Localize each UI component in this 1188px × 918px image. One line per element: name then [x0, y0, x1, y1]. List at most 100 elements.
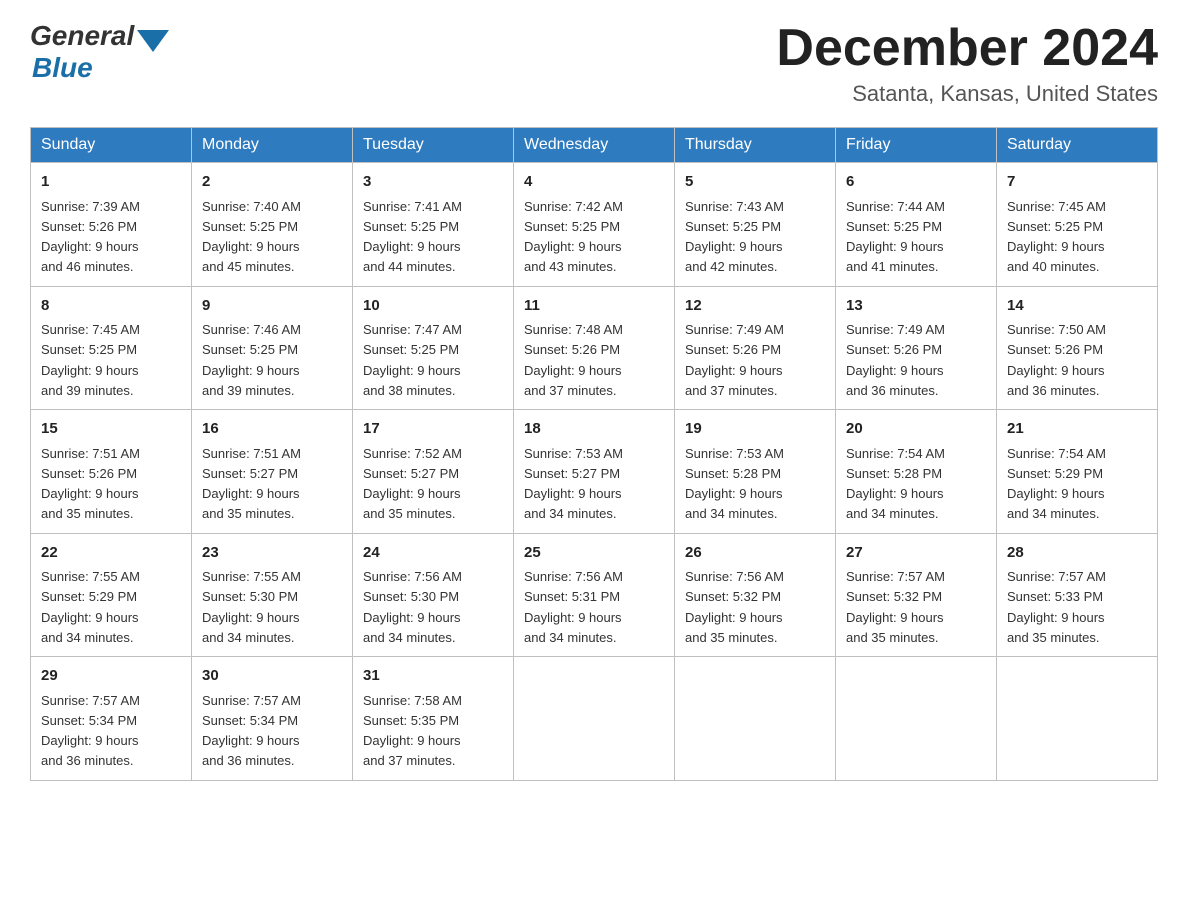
- table-row: 11 Sunrise: 7:48 AMSunset: 5:26 PMDaylig…: [514, 286, 675, 410]
- day-number: 22: [41, 542, 181, 565]
- day-info: Sunrise: 7:56 AMSunset: 5:30 PMDaylight:…: [363, 569, 462, 645]
- table-row: 19 Sunrise: 7:53 AMSunset: 5:28 PMDaylig…: [675, 410, 836, 534]
- day-info: Sunrise: 7:51 AMSunset: 5:26 PMDaylight:…: [41, 446, 140, 522]
- day-info: Sunrise: 7:51 AMSunset: 5:27 PMDaylight:…: [202, 446, 301, 522]
- day-info: Sunrise: 7:44 AMSunset: 5:25 PMDaylight:…: [846, 199, 945, 275]
- header-sunday: Sunday: [31, 128, 192, 163]
- day-info: Sunrise: 7:43 AMSunset: 5:25 PMDaylight:…: [685, 199, 784, 275]
- day-number: 15: [41, 418, 181, 441]
- day-number: 9: [202, 295, 342, 318]
- day-number: 24: [363, 542, 503, 565]
- day-number: 25: [524, 542, 664, 565]
- day-info: Sunrise: 7:46 AMSunset: 5:25 PMDaylight:…: [202, 322, 301, 398]
- header-thursday: Thursday: [675, 128, 836, 163]
- day-info: Sunrise: 7:48 AMSunset: 5:26 PMDaylight:…: [524, 322, 623, 398]
- day-number: 14: [1007, 295, 1147, 318]
- day-info: Sunrise: 7:52 AMSunset: 5:27 PMDaylight:…: [363, 446, 462, 522]
- day-number: 2: [202, 171, 342, 194]
- table-row: 18 Sunrise: 7:53 AMSunset: 5:27 PMDaylig…: [514, 410, 675, 534]
- table-row: 17 Sunrise: 7:52 AMSunset: 5:27 PMDaylig…: [353, 410, 514, 534]
- header-friday: Friday: [836, 128, 997, 163]
- day-number: 28: [1007, 542, 1147, 565]
- day-number: 19: [685, 418, 825, 441]
- header-saturday: Saturday: [997, 128, 1158, 163]
- day-info: Sunrise: 7:50 AMSunset: 5:26 PMDaylight:…: [1007, 322, 1106, 398]
- logo-general-text: General: [30, 20, 134, 52]
- page-header: General Blue December 2024 Satanta, Kans…: [30, 20, 1158, 107]
- table-row: 29 Sunrise: 7:57 AMSunset: 5:34 PMDaylig…: [31, 657, 192, 781]
- table-row: 6 Sunrise: 7:44 AMSunset: 5:25 PMDayligh…: [836, 163, 997, 287]
- day-info: Sunrise: 7:41 AMSunset: 5:25 PMDaylight:…: [363, 199, 462, 275]
- day-info: Sunrise: 7:49 AMSunset: 5:26 PMDaylight:…: [685, 322, 784, 398]
- day-info: Sunrise: 7:54 AMSunset: 5:28 PMDaylight:…: [846, 446, 945, 522]
- day-info: Sunrise: 7:42 AMSunset: 5:25 PMDaylight:…: [524, 199, 623, 275]
- day-number: 1: [41, 171, 181, 194]
- table-row: [997, 657, 1158, 781]
- table-row: 30 Sunrise: 7:57 AMSunset: 5:34 PMDaylig…: [192, 657, 353, 781]
- table-row: 5 Sunrise: 7:43 AMSunset: 5:25 PMDayligh…: [675, 163, 836, 287]
- day-info: Sunrise: 7:53 AMSunset: 5:27 PMDaylight:…: [524, 446, 623, 522]
- table-row: 14 Sunrise: 7:50 AMSunset: 5:26 PMDaylig…: [997, 286, 1158, 410]
- day-number: 11: [524, 295, 664, 318]
- table-row: 20 Sunrise: 7:54 AMSunset: 5:28 PMDaylig…: [836, 410, 997, 534]
- table-row: [514, 657, 675, 781]
- day-info: Sunrise: 7:55 AMSunset: 5:30 PMDaylight:…: [202, 569, 301, 645]
- calendar-table: Sunday Monday Tuesday Wednesday Thursday…: [30, 127, 1158, 781]
- day-number: 7: [1007, 171, 1147, 194]
- day-number: 21: [1007, 418, 1147, 441]
- table-row: 22 Sunrise: 7:55 AMSunset: 5:29 PMDaylig…: [31, 533, 192, 657]
- day-info: Sunrise: 7:57 AMSunset: 5:33 PMDaylight:…: [1007, 569, 1106, 645]
- calendar-week-row: 8 Sunrise: 7:45 AMSunset: 5:25 PMDayligh…: [31, 286, 1158, 410]
- table-row: 23 Sunrise: 7:55 AMSunset: 5:30 PMDaylig…: [192, 533, 353, 657]
- month-year-title: December 2024: [776, 20, 1158, 77]
- day-number: 12: [685, 295, 825, 318]
- day-number: 17: [363, 418, 503, 441]
- day-number: 20: [846, 418, 986, 441]
- calendar-week-row: 22 Sunrise: 7:55 AMSunset: 5:29 PMDaylig…: [31, 533, 1158, 657]
- table-row: 4 Sunrise: 7:42 AMSunset: 5:25 PMDayligh…: [514, 163, 675, 287]
- day-info: Sunrise: 7:40 AMSunset: 5:25 PMDaylight:…: [202, 199, 301, 275]
- day-info: Sunrise: 7:55 AMSunset: 5:29 PMDaylight:…: [41, 569, 140, 645]
- table-row: 26 Sunrise: 7:56 AMSunset: 5:32 PMDaylig…: [675, 533, 836, 657]
- table-row: 12 Sunrise: 7:49 AMSunset: 5:26 PMDaylig…: [675, 286, 836, 410]
- table-row: [836, 657, 997, 781]
- day-info: Sunrise: 7:53 AMSunset: 5:28 PMDaylight:…: [685, 446, 784, 522]
- table-row: 7 Sunrise: 7:45 AMSunset: 5:25 PMDayligh…: [997, 163, 1158, 287]
- day-info: Sunrise: 7:39 AMSunset: 5:26 PMDaylight:…: [41, 199, 140, 275]
- day-number: 5: [685, 171, 825, 194]
- logo-blue-text: Blue: [32, 52, 93, 84]
- day-info: Sunrise: 7:45 AMSunset: 5:25 PMDaylight:…: [1007, 199, 1106, 275]
- day-info: Sunrise: 7:54 AMSunset: 5:29 PMDaylight:…: [1007, 446, 1106, 522]
- day-info: Sunrise: 7:56 AMSunset: 5:31 PMDaylight:…: [524, 569, 623, 645]
- day-number: 23: [202, 542, 342, 565]
- day-number: 6: [846, 171, 986, 194]
- table-row: 25 Sunrise: 7:56 AMSunset: 5:31 PMDaylig…: [514, 533, 675, 657]
- day-number: 26: [685, 542, 825, 565]
- table-row: 8 Sunrise: 7:45 AMSunset: 5:25 PMDayligh…: [31, 286, 192, 410]
- logo-arrow-icon: [137, 30, 169, 52]
- location-subtitle: Satanta, Kansas, United States: [776, 81, 1158, 107]
- table-row: 13 Sunrise: 7:49 AMSunset: 5:26 PMDaylig…: [836, 286, 997, 410]
- table-row: 28 Sunrise: 7:57 AMSunset: 5:33 PMDaylig…: [997, 533, 1158, 657]
- header-tuesday: Tuesday: [353, 128, 514, 163]
- day-info: Sunrise: 7:57 AMSunset: 5:34 PMDaylight:…: [202, 693, 301, 769]
- day-number: 4: [524, 171, 664, 194]
- day-info: Sunrise: 7:57 AMSunset: 5:32 PMDaylight:…: [846, 569, 945, 645]
- day-number: 29: [41, 665, 181, 688]
- day-info: Sunrise: 7:58 AMSunset: 5:35 PMDaylight:…: [363, 693, 462, 769]
- day-number: 3: [363, 171, 503, 194]
- logo: General Blue: [30, 20, 169, 84]
- table-row: 2 Sunrise: 7:40 AMSunset: 5:25 PMDayligh…: [192, 163, 353, 287]
- day-number: 16: [202, 418, 342, 441]
- day-number: 8: [41, 295, 181, 318]
- title-section: December 2024 Satanta, Kansas, United St…: [776, 20, 1158, 107]
- header-wednesday: Wednesday: [514, 128, 675, 163]
- day-info: Sunrise: 7:47 AMSunset: 5:25 PMDaylight:…: [363, 322, 462, 398]
- day-info: Sunrise: 7:56 AMSunset: 5:32 PMDaylight:…: [685, 569, 784, 645]
- table-row: 10 Sunrise: 7:47 AMSunset: 5:25 PMDaylig…: [353, 286, 514, 410]
- calendar-week-row: 15 Sunrise: 7:51 AMSunset: 5:26 PMDaylig…: [31, 410, 1158, 534]
- day-info: Sunrise: 7:45 AMSunset: 5:25 PMDaylight:…: [41, 322, 140, 398]
- day-number: 27: [846, 542, 986, 565]
- table-row: 21 Sunrise: 7:54 AMSunset: 5:29 PMDaylig…: [997, 410, 1158, 534]
- day-number: 18: [524, 418, 664, 441]
